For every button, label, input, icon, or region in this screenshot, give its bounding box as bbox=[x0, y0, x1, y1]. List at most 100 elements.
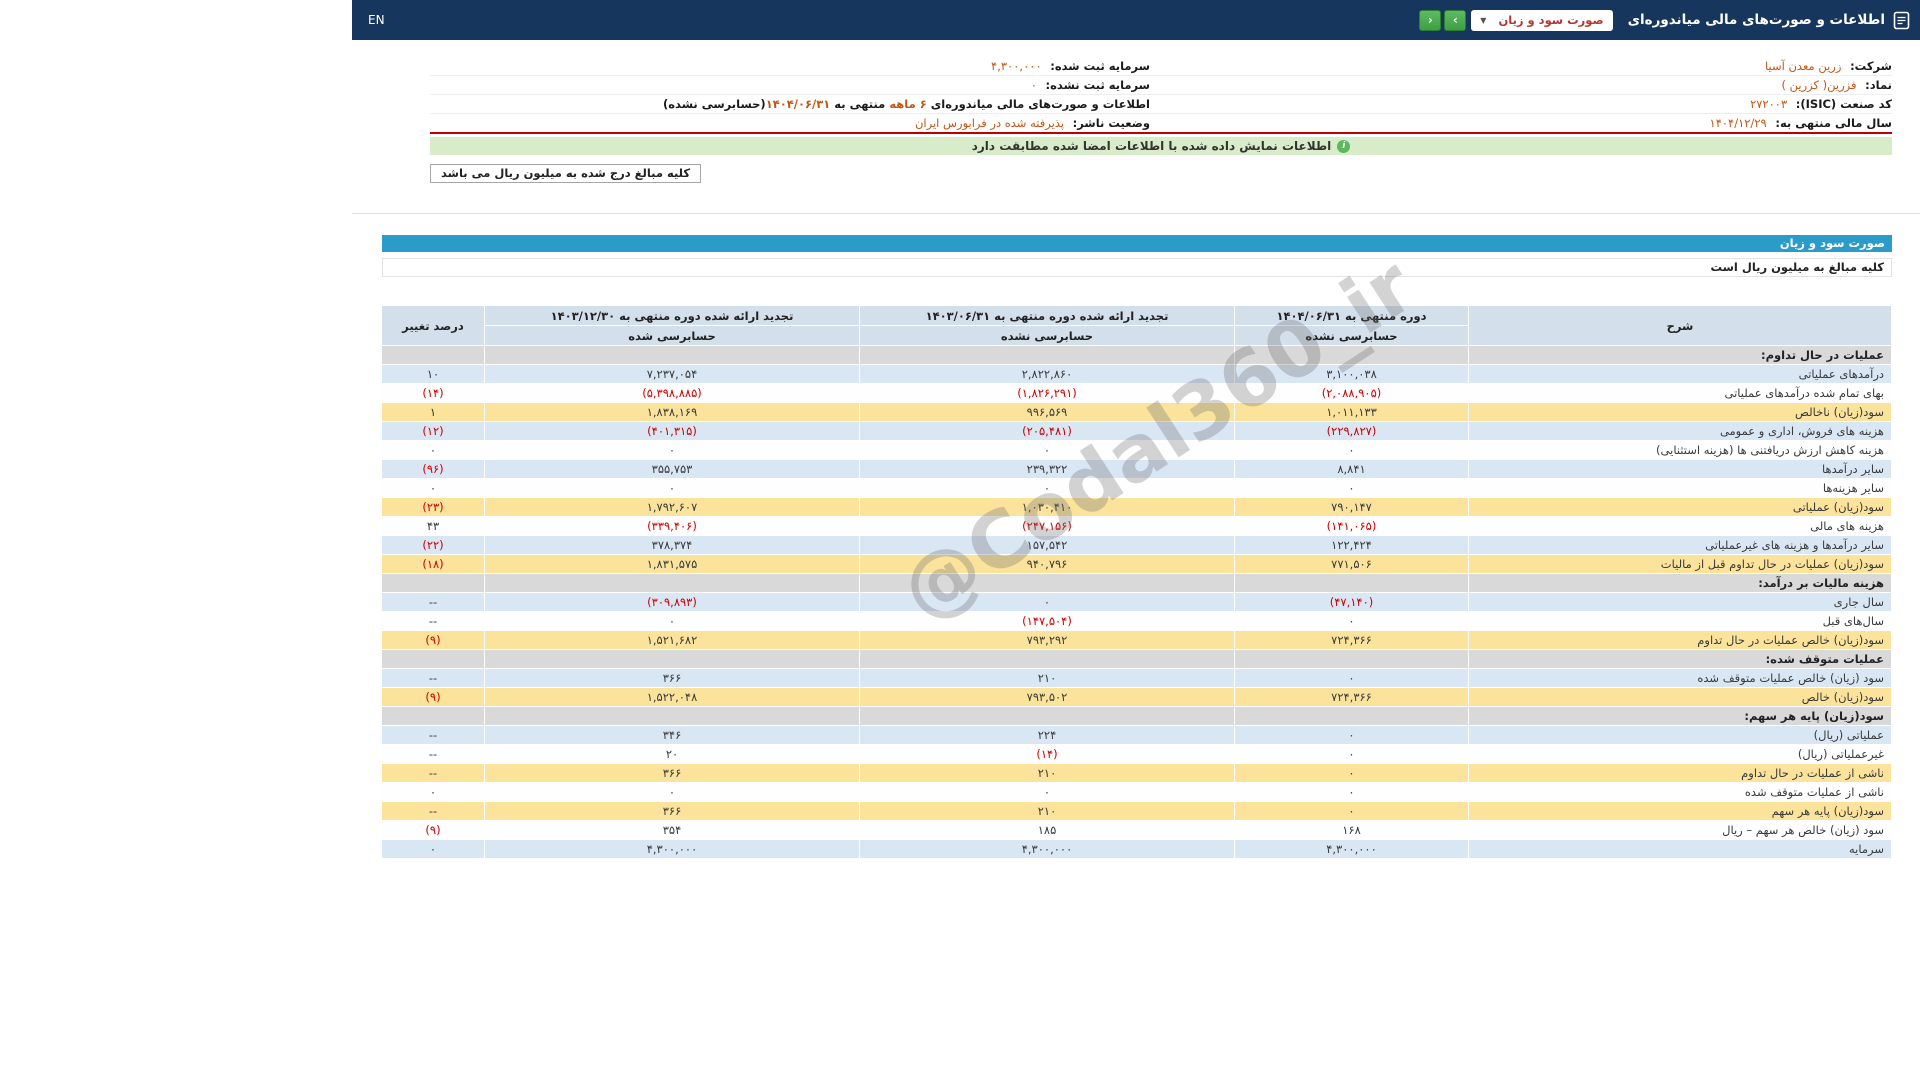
row-label: سرمایه bbox=[1469, 840, 1892, 859]
row-label: هزینه های فروش، اداری و عمومی bbox=[1469, 422, 1892, 441]
prev-period-button[interactable]: ‹ bbox=[1419, 10, 1441, 31]
row-label: سود(زیان) خالص عملیات در حال تداوم bbox=[1469, 631, 1892, 650]
table-row: هزینه های مالی(۱۴۱,۰۶۵)(۲۴۷,۱۵۶)(۳۳۹,۴۰۶… bbox=[382, 517, 1892, 536]
cell-value bbox=[485, 707, 860, 726]
cell-value: ۴,۳۰۰,۰۰۰ bbox=[1235, 840, 1469, 859]
amounts-note: کلیه مبالغ درج شده به میلیون ریال می باش… bbox=[430, 164, 701, 183]
cell-value: ۲۳۹,۳۲۲ bbox=[860, 460, 1235, 479]
section-divider bbox=[352, 213, 1920, 214]
cell-value: ۳۷۸,۳۷۴ bbox=[485, 536, 860, 555]
row-label: سال جاری bbox=[1469, 593, 1892, 612]
row-label: غیرعملیاتی (ریال) bbox=[1469, 745, 1892, 764]
table-row: هزینه کاهش ارزش دریافتنی ها (هزینه استثن… bbox=[382, 441, 1892, 460]
interim-text: منتهی به bbox=[830, 97, 889, 111]
cell-value: (۲۲) bbox=[382, 536, 485, 555]
cell-value bbox=[860, 650, 1235, 669]
cell-value: -- bbox=[382, 745, 485, 764]
cell-value: (۹) bbox=[382, 631, 485, 650]
cell-value: ۲۱۰ bbox=[860, 764, 1235, 783]
cell-value: (۲۴۷,۱۵۶) bbox=[860, 517, 1235, 536]
cell-value: ۷۹۰,۱۴۷ bbox=[1235, 498, 1469, 517]
statement-type-dropdown[interactable]: صورت سود و زیان ▼ bbox=[1471, 10, 1612, 31]
cell-value: ۳۵۴ bbox=[485, 821, 860, 840]
top-navbar: اطلاعات و صورت‌های مالی میاندوره‌ای صورت… bbox=[352, 0, 1920, 40]
company-info: شرکت: زرین معدن آسیا سرمایه ثبت شده: ۴,۳… bbox=[430, 56, 1892, 134]
chevron-down-icon: ▼ bbox=[1480, 16, 1486, 25]
cell-value: ۱۶۸ bbox=[1235, 821, 1469, 840]
fiscal-year-label: سال مالی منتهی به: bbox=[1775, 116, 1892, 130]
cell-value: ۱,۰۳۰,۴۱۰ bbox=[860, 498, 1235, 517]
cell-value: (۹) bbox=[382, 821, 485, 840]
row-label: عملیات متوقف شده: bbox=[1469, 650, 1892, 669]
issuer-status-value: پذیرفته شده در فرابورس ایران bbox=[915, 116, 1064, 130]
row-label: هزینه های مالی bbox=[1469, 517, 1892, 536]
cell-value: (۲۰۵,۴۸۱) bbox=[860, 422, 1235, 441]
ticker-label: نماد: bbox=[1865, 78, 1892, 92]
col-header-period-restated-halfyear: تجدید ارائه شده دوره منتهی به ۱۴۰۳/۰۶/۳۱ bbox=[860, 306, 1235, 326]
table-row: هزینه های فروش، اداری و عمومی(۲۲۹,۸۲۷)(۲… bbox=[382, 422, 1892, 441]
row-label: سال‌های قبل bbox=[1469, 612, 1892, 631]
row-label: هزینه کاهش ارزش دریافتنی ها (هزینه استثن… bbox=[1469, 441, 1892, 460]
col-header-description: شرح bbox=[1469, 306, 1892, 346]
cell-value: (۳۳۹,۴۰۶) bbox=[485, 517, 860, 536]
period-nav-buttons: › ‹ bbox=[1419, 10, 1466, 31]
registered-capital-label: سرمایه ثبت شده: bbox=[1050, 59, 1150, 73]
table-row: سود(زیان) پایه هر سهم۰۲۱۰۳۶۶-- bbox=[382, 802, 1892, 821]
cell-value: ۷۲۴,۳۶۶ bbox=[1235, 688, 1469, 707]
cell-value: -- bbox=[382, 726, 485, 745]
cell-value: ۰ bbox=[860, 783, 1235, 802]
cell-value: ۱۲۲,۴۲۴ bbox=[1235, 536, 1469, 555]
table-header: شرح دوره منتهی به ۱۴۰۴/۰۶/۳۱ تجدید ارائه… bbox=[382, 306, 1892, 346]
cell-value: ۲۱۰ bbox=[860, 669, 1235, 688]
section-row: عملیات در حال تداوم: bbox=[382, 346, 1892, 365]
cell-value: ۱,۵۲۲,۰۴۸ bbox=[485, 688, 860, 707]
table-row: سود (زیان) خالص هر سهم – ریال۱۶۸۱۸۵۳۵۴(۹… bbox=[382, 821, 1892, 840]
cell-value: ۰ bbox=[1235, 802, 1469, 821]
col-header-period-restated-annual: تجدید ارائه شده دوره منتهی به ۱۴۰۳/۱۲/۳۰ bbox=[485, 306, 860, 326]
isic-code-label: کد صنعت (ISIC): bbox=[1796, 97, 1892, 111]
cell-value: ۳۵۵,۷۵۳ bbox=[485, 460, 860, 479]
statement-table-body: عملیات در حال تداوم:درآمدهای عملیاتی۳,۱۰… bbox=[382, 346, 1892, 859]
row-label: سود(زیان) پایه هر سهم bbox=[1469, 802, 1892, 821]
cell-value: ۰ bbox=[1235, 612, 1469, 631]
row-label: سود(زیان) پایه هر سهم: bbox=[1469, 707, 1892, 726]
table-row: بهای تمام شده درآمدهای عملیاتی(۲,۰۸۸,۹۰۵… bbox=[382, 384, 1892, 403]
row-label: ناشی از عملیات در حال تداوم bbox=[1469, 764, 1892, 783]
audit-status-current: حسابرسی نشده bbox=[1235, 326, 1469, 346]
cell-value: ۴,۳۰۰,۰۰۰ bbox=[860, 840, 1235, 859]
cell-value: ۰ bbox=[485, 441, 860, 460]
company-row: شرکت: زرین معدن آسیا سرمایه ثبت شده: ۴,۳… bbox=[430, 56, 1892, 75]
row-label: سایر درآمدها و هزینه های غیرعملیاتی bbox=[1469, 536, 1892, 555]
table-row: سال‌های قبل۰(۱۴۷,۵۰۴)۰-- bbox=[382, 612, 1892, 631]
cell-value: (۲۲۹,۸۲۷) bbox=[1235, 422, 1469, 441]
cell-value: ۰ bbox=[1235, 764, 1469, 783]
cell-value: ۰ bbox=[860, 593, 1235, 612]
company-name-value: زرین معدن آسیا bbox=[1765, 59, 1841, 73]
row-label: سود(زیان) عملیاتی bbox=[1469, 498, 1892, 517]
cell-value: ۰ bbox=[1235, 669, 1469, 688]
section-row: هزینه مالیات بر درآمد: bbox=[382, 574, 1892, 593]
language-toggle[interactable]: EN bbox=[368, 13, 385, 27]
table-row: عملیاتی (ریال)۰۲۲۴۳۴۶-- bbox=[382, 726, 1892, 745]
row-label: سود (زیان) خالص هر سهم – ریال bbox=[1469, 821, 1892, 840]
cell-value: -- bbox=[382, 802, 485, 821]
cell-value: (۹۶) bbox=[382, 460, 485, 479]
table-row: سرمایه۴,۳۰۰,۰۰۰۴,۳۰۰,۰۰۰۴,۳۰۰,۰۰۰۰ bbox=[382, 840, 1892, 859]
cell-value: ۲,۸۲۲,۸۶۰ bbox=[860, 365, 1235, 384]
next-period-button[interactable]: › bbox=[1444, 10, 1466, 31]
dropdown-selected-value: صورت سود و زیان bbox=[1498, 13, 1603, 27]
cell-value: ۷,۲۳۷,۰۵۴ bbox=[485, 365, 860, 384]
signature-match-banner: i اطلاعات نمایش داده شده با اطلاعات امضا… bbox=[430, 137, 1892, 155]
income-statement-section: @Codal360_ir صورت سود و زیان کلیه مبالغ … bbox=[382, 235, 1892, 859]
cell-value: ۹۹۶,۵۶۹ bbox=[860, 403, 1235, 422]
cell-value: ۹۴۰,۷۹۶ bbox=[860, 555, 1235, 574]
table-row: سود(زیان) ناخالص۱,۰۱۱,۱۳۳۹۹۶,۵۶۹۱,۸۳۸,۱۶… bbox=[382, 403, 1892, 422]
issuer-status-label: وضعیت ناشر: bbox=[1073, 116, 1150, 130]
page-title: اطلاعات و صورت‌های مالی میاندوره‌ای bbox=[1628, 12, 1885, 28]
info-icon: i bbox=[1337, 140, 1350, 153]
cell-value bbox=[1235, 574, 1469, 593]
cell-value: (۹) bbox=[382, 688, 485, 707]
cell-value: ۰ bbox=[1235, 441, 1469, 460]
table-row: سود (زیان) خالص عملیات متوقف شده۰۲۱۰۳۶۶-… bbox=[382, 669, 1892, 688]
company-row: سال مالی منتهی به: ۱۴۰۴/۱۲/۲۹ وضعیت ناشر… bbox=[430, 113, 1892, 132]
